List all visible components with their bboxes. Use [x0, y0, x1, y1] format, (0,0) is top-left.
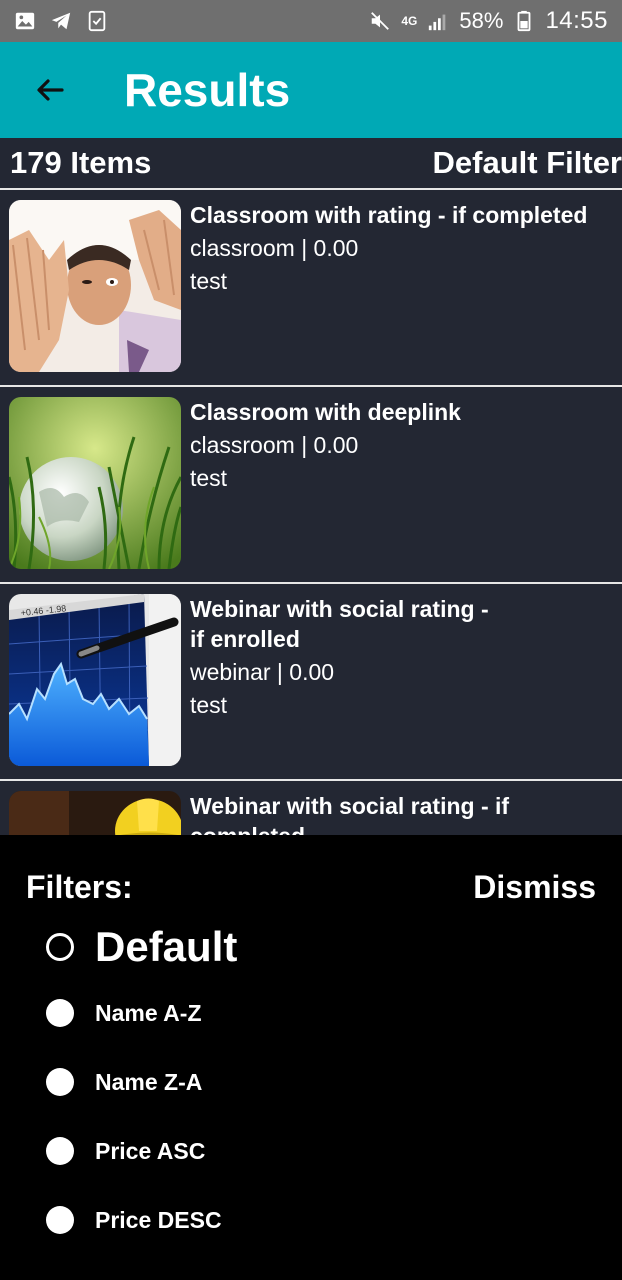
mute-icon [371, 12, 390, 30]
radio-icon[interactable] [46, 1206, 74, 1234]
telegram-icon [51, 12, 71, 30]
radio-icon[interactable] [46, 999, 74, 1027]
list-item[interactable]: Classroom with deeplink classroom | 0.00… [0, 387, 622, 584]
task-check-icon [88, 10, 106, 32]
item-count: 179 Items [10, 145, 152, 180]
hard-hat-photo [9, 791, 181, 835]
filter-option-price-desc[interactable]: Price DESC [46, 1206, 222, 1234]
list-item[interactable]: +0.46 -1.98 Webinar with social rating -… [0, 584, 622, 781]
man-framing-hands-photo [9, 200, 181, 372]
filter-option-default[interactable]: Default [46, 923, 237, 971]
filters-sheet: Filters: Dismiss Default Name A-Z Name Z… [0, 835, 622, 1280]
gallery-icon [15, 12, 35, 30]
item-meta: classroom | 0.00 [190, 235, 359, 261]
notification-icons [14, 10, 108, 32]
item-details: Classroom with deeplink classroom | 0.00… [190, 397, 461, 582]
arrow-back-icon [37, 79, 64, 101]
filters-title: Filters: [26, 868, 133, 905]
item-description: test [190, 268, 228, 294]
item-description: test [190, 692, 228, 718]
filter-option-label: Price ASC [95, 1137, 206, 1164]
filter-option-name-az[interactable]: Name A-Z [46, 999, 202, 1027]
status-bar: 4G 58% 14:55 [0, 0, 622, 42]
filter-option-name-za[interactable]: Name Z-A [46, 1068, 202, 1096]
list-item[interactable]: Classroom with rating - if completed cla… [0, 190, 622, 387]
results-list[interactable]: 179 Items Default Filter Classroom with … [0, 138, 622, 835]
radio-selected-icon[interactable] [46, 933, 74, 961]
radio-icon[interactable] [46, 1068, 74, 1096]
dismiss-button[interactable]: Dismiss [473, 869, 596, 906]
filter-option-label: Price DESC [95, 1206, 222, 1233]
results-summary: 179 Items Default Filter [0, 138, 622, 190]
system-icons: 4G 58% 14:55 [369, 7, 608, 35]
item-details: Classroom with rating - if completed cla… [190, 200, 587, 385]
filter-option-price-asc[interactable]: Price ASC [46, 1137, 205, 1165]
item-title-line2: completed [190, 821, 509, 835]
stock-chart-with-pen-photo: +0.46 -1.98 [9, 594, 181, 766]
item-meta: webinar | 0.00 [190, 659, 335, 685]
item-title: Classroom with rating - if completed [190, 202, 588, 228]
app-bar: Results [0, 42, 622, 138]
item-title-line1: Webinar with social rating - if [190, 793, 510, 819]
battery-icon [518, 10, 531, 32]
filter-option-label: Name A-Z [95, 999, 202, 1026]
signal-icon [429, 14, 446, 31]
back-button[interactable] [20, 60, 80, 120]
item-meta: classroom | 0.00 [190, 432, 359, 458]
item-title: Classroom with deeplink [190, 399, 461, 425]
item-description: test [190, 465, 228, 491]
glass-globe-in-grass-photo [9, 397, 181, 569]
item-details: Webinar with social rating - if complete… [190, 791, 509, 835]
page-title: Results [124, 64, 291, 116]
list-item[interactable]: Webinar with social rating - if complete… [0, 781, 622, 835]
item-details: Webinar with social rating - if enrolled… [190, 594, 489, 779]
battery-percent: 58% [459, 8, 504, 33]
item-title-line1: Webinar with social rating - [190, 596, 489, 622]
radio-icon[interactable] [46, 1137, 74, 1165]
clock: 14:55 [545, 7, 608, 34]
active-filter-label[interactable]: Default Filter [433, 145, 622, 181]
item-title-line2: if enrolled [190, 626, 300, 652]
filter-option-label: Name Z-A [95, 1068, 203, 1095]
filter-option-label: Default [95, 923, 238, 970]
network-type: 4G [401, 14, 418, 28]
